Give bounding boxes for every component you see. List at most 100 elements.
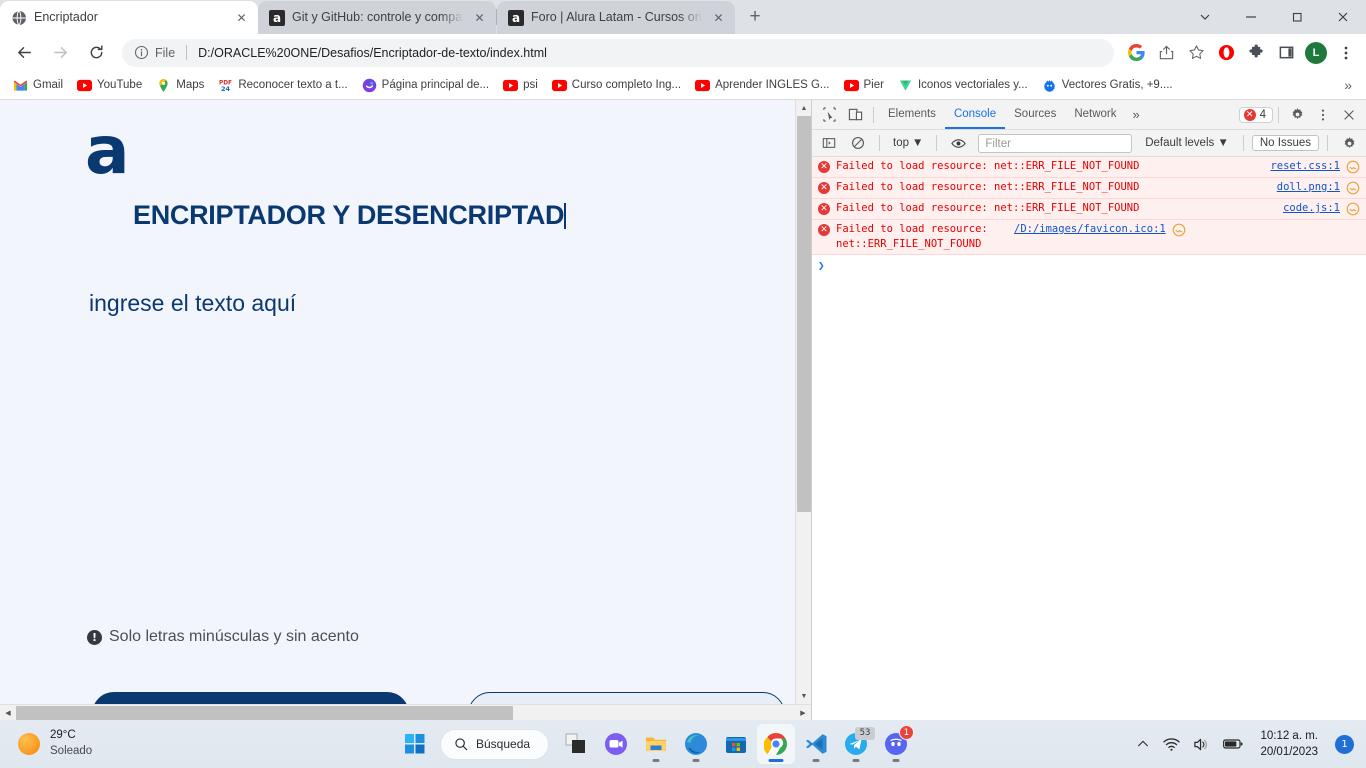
devtools-tab-console[interactable]: Console (944, 100, 1006, 129)
battery-icon[interactable] (1223, 737, 1243, 751)
device-toolbar-icon[interactable] (842, 103, 868, 127)
file-explorer-icon[interactable] (637, 724, 675, 764)
maximize-button[interactable] (1274, 0, 1320, 34)
hint-label: Solo letras minúsculas y sin acento (109, 628, 359, 645)
extensions-puzzle-icon[interactable] (1242, 39, 1270, 67)
bookmark-item[interactable]: Gmail (6, 75, 70, 96)
console-log-row[interactable]: ✕ Failed to load resource: net::ERR_FILE… (812, 220, 1366, 256)
page-viewport: a ENCRIPTADOR Y DESENCRIPTAD ingrese el … (0, 100, 811, 720)
devtools-tab-network[interactable]: Network (1065, 100, 1125, 129)
network-request-icon[interactable] (1346, 160, 1360, 174)
reload-button[interactable] (81, 38, 111, 68)
log-source-link[interactable]: /D:/images/favicon.ico:1 (1014, 222, 1166, 237)
log-source-link[interactable]: reset.css:1 (1270, 159, 1340, 174)
tab-close-icon[interactable]: ✕ (471, 9, 488, 26)
wifi-icon[interactable] (1163, 736, 1181, 753)
close-button[interactable] (1320, 0, 1366, 34)
clear-console-icon[interactable] (845, 131, 871, 155)
page-vertical-scrollbar[interactable]: ▲ ▼ (795, 100, 811, 704)
weather-widget[interactable]: 29°C Soleado (0, 728, 400, 759)
gear-icon[interactable] (1336, 131, 1362, 155)
network-request-icon[interactable] (1346, 181, 1360, 195)
bookmark-item[interactable]: Curso completo Ing... (545, 75, 688, 96)
log-levels-dropdown[interactable]: Default levels ▼ (1139, 137, 1235, 149)
scroll-up-arrow[interactable]: ▲ (796, 100, 812, 116)
issues-button[interactable]: No Issues (1251, 135, 1319, 151)
vscroll-thumb[interactable] (797, 116, 811, 512)
log-source-link[interactable]: doll.png:1 (1277, 180, 1340, 195)
live-expression-eye-icon[interactable] (945, 131, 971, 155)
console-log-row[interactable]: ✕ Failed to load resource: net::ERR_FILE… (812, 199, 1366, 220)
text-input-area[interactable]: ingrese el texto aquí (89, 290, 296, 317)
task-view-icon[interactable] (557, 724, 595, 764)
side-panel-icon[interactable] (1272, 39, 1300, 67)
gear-icon[interactable] (1284, 103, 1310, 127)
tab-close-icon[interactable]: ✕ (710, 9, 727, 26)
browser-tab-2[interactable]: a Foro | Alura Latam - Cursos onlin ✕ (497, 1, 735, 34)
back-button[interactable] (9, 38, 39, 68)
bookmark-item[interactable]: Aprender INGLES G... (688, 75, 836, 96)
bookmarks-overflow-button[interactable]: » (1336, 77, 1360, 93)
hscroll-thumb[interactable] (16, 706, 513, 720)
network-request-icon[interactable] (1172, 223, 1186, 237)
telegram-icon[interactable]: 53 (837, 724, 876, 764)
network-request-icon[interactable] (1346, 202, 1360, 216)
opera-gx-icon[interactable] (1212, 39, 1240, 67)
bookmark-item[interactable]: Iconos vectoriales y... (891, 75, 1035, 96)
console-log-row[interactable]: ✕ Failed to load resource: net::ERR_FILE… (812, 178, 1366, 199)
start-button[interactable] (400, 727, 430, 761)
notification-badge[interactable]: 1 (1335, 734, 1354, 754)
cursor-select-icon[interactable] (816, 103, 842, 127)
log-source-link[interactable]: code.js:1 (1283, 201, 1340, 216)
microsoft-store-icon[interactable] (717, 724, 755, 764)
bookmark-item[interactable]: psi (496, 75, 545, 96)
chevron-down-icon[interactable] (1182, 0, 1228, 34)
bookmark-item[interactable]: Pier (837, 75, 891, 96)
google-chrome-icon[interactable] (757, 724, 796, 764)
minimize-button[interactable] (1228, 0, 1274, 34)
console-context-selector[interactable]: top ▼ (888, 137, 928, 149)
tab-close-icon[interactable]: ✕ (233, 9, 250, 26)
freepik-icon (1043, 79, 1055, 92)
console-filter-input[interactable]: Filter (978, 133, 1133, 153)
taskbar-clock[interactable]: 10:12 a. m. 20/01/2023 (1256, 728, 1318, 760)
devtools-tab-sources[interactable]: Sources (1005, 100, 1065, 129)
error-circle-icon: ✕ (818, 182, 830, 194)
speaker-icon[interactable] (1193, 736, 1210, 753)
console-prompt[interactable]: ❯ (812, 255, 1366, 276)
bookmark-item[interactable]: Vectores Gratis, +9.... (1035, 75, 1180, 96)
bookmark-item[interactable]: Maps (149, 75, 211, 96)
three-dots-icon[interactable] (1332, 39, 1360, 67)
browser-tab-1[interactable]: a Git y GitHub: controle y compartä ✕ (258, 1, 496, 34)
devtools-tab-elements[interactable]: Elements (879, 100, 945, 129)
chat-teams-icon[interactable] (597, 724, 635, 764)
scroll-right-arrow[interactable]: ▶ (795, 705, 811, 720)
taskbar-search[interactable]: Búsqueda (440, 728, 550, 760)
profile-avatar[interactable]: L (1302, 39, 1330, 67)
bookmark-label: Maps (176, 79, 205, 91)
scroll-left-arrow[interactable]: ◀ (0, 705, 16, 720)
bookmark-item[interactable]: YouTube (70, 75, 149, 96)
scroll-down-arrow[interactable]: ▼ (796, 688, 812, 704)
close-icon[interactable] (1336, 103, 1362, 127)
share-icon[interactable] (1152, 39, 1180, 67)
bookmark-item[interactable]: PDF 24 Reconocer texto a t... (211, 75, 354, 96)
bookmark-item[interactable]: Página principal de... (355, 75, 496, 96)
address-bar[interactable]: File D:/ORACLE%20ONE/Desafios/Encriptado… (122, 38, 1114, 67)
browser-tab-0[interactable]: Encriptador ✕ (0, 1, 258, 34)
console-log-row[interactable]: ✕ Failed to load resource: net::ERR_FILE… (812, 157, 1366, 178)
new-tab-button[interactable]: + (741, 3, 769, 31)
google-icon[interactable] (1122, 39, 1150, 67)
bookmark-star-icon[interactable] (1182, 39, 1210, 67)
forward-button[interactable] (45, 38, 75, 68)
devtools-more-tabs-icon[interactable]: » (1126, 107, 1147, 122)
vscode-icon[interactable] (797, 724, 835, 764)
url-scheme-label: File (155, 45, 176, 60)
microsoft-edge-icon[interactable] (677, 724, 715, 764)
console-sidebar-icon[interactable] (816, 131, 842, 155)
three-dots-icon[interactable] (1310, 103, 1336, 127)
discord-icon[interactable]: 1 (877, 724, 915, 764)
chevron-up-icon[interactable] (1136, 737, 1150, 751)
page-horizontal-scrollbar[interactable]: ◀ ▶ (0, 704, 811, 720)
error-count-badge[interactable]: ✕ 4 (1238, 106, 1273, 123)
